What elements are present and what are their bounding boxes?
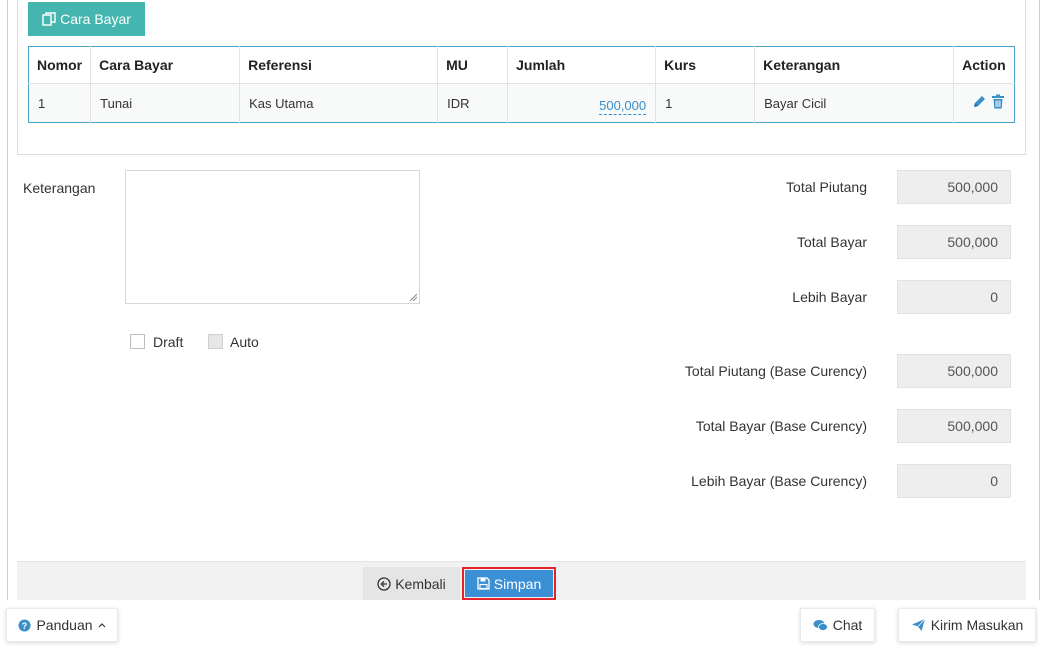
delete-icon[interactable]	[991, 94, 1005, 112]
lebih-bayar-base-label: Lebih Bayar (Base Curency)	[691, 473, 867, 489]
table-header-row: Nomor Cara Bayar Referensi MU Jumlah Kur…	[28, 46, 1015, 84]
col-cara-bayar: Cara Bayar	[90, 46, 241, 84]
edit-icon[interactable]	[972, 94, 987, 112]
send-feedback-button[interactable]: Kirim Masukan	[898, 608, 1036, 642]
col-nomor: Nomor	[28, 46, 92, 84]
save-button-label: Simpan	[493, 575, 542, 592]
svg-text:?: ?	[22, 621, 28, 631]
col-kurs: Kurs	[655, 46, 756, 84]
chevron-up-icon	[98, 623, 105, 628]
floppy-disk-icon	[477, 577, 490, 590]
paper-plane-icon	[911, 618, 925, 631]
total-bayar-base-label: Total Bayar (Base Curency)	[695, 418, 867, 434]
total-bayar-label: Total Bayar	[796, 234, 867, 250]
auto-label: Auto	[230, 334, 259, 350]
add-payment-method-button[interactable]: Cara Bayar	[28, 2, 145, 36]
total-bayar-base-value: 500,000	[897, 409, 1011, 443]
payment-table: Nomor Cara Bayar Referensi MU Jumlah Kur…	[28, 46, 1015, 123]
draft-label: Draft	[153, 334, 184, 350]
auto-checkbox[interactable]	[208, 334, 223, 349]
table-row: 1 Tunai Kas Utama IDR 500,000 1 Bayar Ci…	[28, 83, 1015, 123]
col-referensi: Referensi	[239, 46, 439, 84]
cell-mu: IDR	[437, 83, 509, 123]
keterangan-label: Keterangan	[23, 180, 96, 196]
cell-action	[953, 83, 1015, 123]
cell-jumlah: 500,000	[507, 83, 657, 123]
arrow-left-circle-icon	[377, 576, 391, 591]
guide-button-label: Panduan	[36, 617, 93, 633]
lebih-bayar-label: Lebih Bayar	[792, 289, 867, 305]
jumlah-editable[interactable]: 500,000	[599, 98, 647, 115]
total-piutang-value: 500,000	[897, 170, 1011, 204]
col-mu: MU	[437, 46, 509, 84]
question-circle-icon: ?	[18, 619, 31, 631]
col-action: Action	[953, 46, 1015, 84]
draft-checkbox[interactable]	[130, 334, 145, 349]
col-jumlah: Jumlah	[507, 46, 657, 84]
resize-grip-icon[interactable]	[409, 293, 417, 301]
total-piutang-base-label: Total Piutang (Base Curency)	[684, 363, 867, 379]
add-payment-method-label: Cara Bayar	[60, 11, 131, 27]
save-button[interactable]: Simpan	[465, 570, 553, 597]
total-piutang-base-value: 500,000	[897, 354, 1011, 388]
guide-button[interactable]: ? Panduan	[6, 608, 118, 642]
save-button-highlight: Simpan	[462, 567, 556, 600]
chat-bubble-icon	[813, 619, 828, 631]
chat-button-label: Chat	[832, 617, 863, 633]
col-keterangan: Keterangan	[754, 46, 955, 84]
cell-kurs: 1	[655, 83, 756, 123]
total-piutang-label: Total Piutang	[786, 179, 867, 195]
keterangan-textarea[interactable]	[125, 170, 420, 304]
back-button[interactable]: Kembali	[363, 567, 460, 600]
cell-referensi: Kas Utama	[239, 83, 439, 123]
cell-keterangan: Bayar Cicil	[754, 83, 955, 123]
copy-icon	[42, 12, 56, 26]
lebih-bayar-base-value: 0	[897, 464, 1011, 498]
send-feedback-label: Kirim Masukan	[930, 617, 1024, 633]
cell-nomor: 1	[28, 83, 92, 123]
back-button-label: Kembali	[395, 575, 446, 592]
lebih-bayar-value: 0	[897, 280, 1011, 314]
cell-cara-bayar: Tunai	[90, 83, 241, 123]
chat-button[interactable]: Chat	[800, 608, 875, 642]
total-bayar-value: 500,000	[897, 225, 1011, 259]
